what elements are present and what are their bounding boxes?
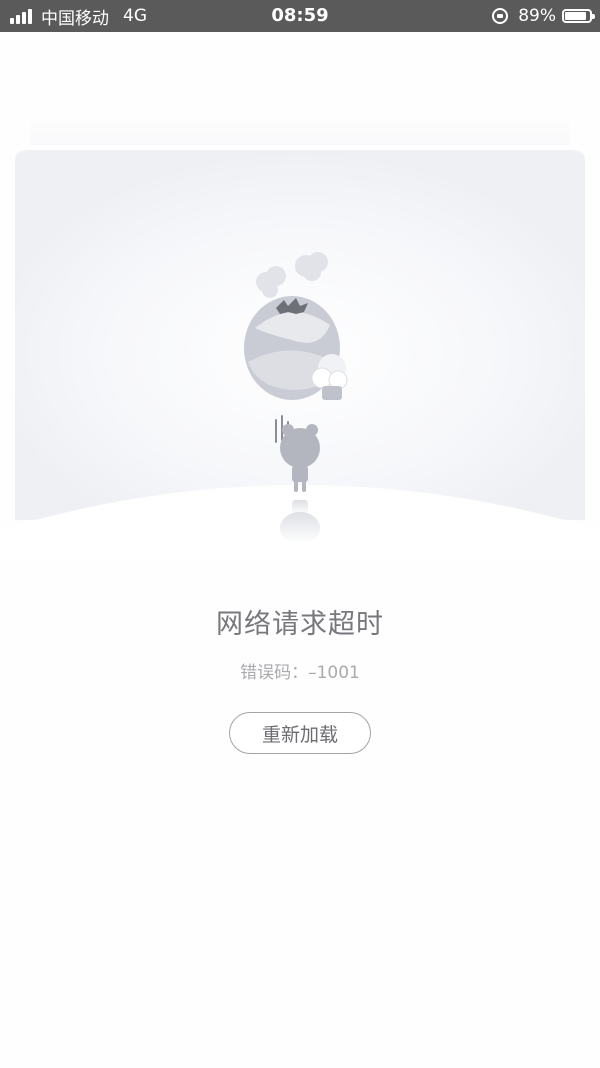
battery-level-fill — [565, 12, 586, 20]
network-type: 4G — [123, 6, 147, 26]
status-bar: 中国移动 4G 08:59 89% — [0, 0, 600, 32]
error-code: 错误码：–1001 — [240, 663, 360, 683]
rotation-lock-icon — [492, 8, 509, 24]
app-screen: 中国移动 4G 08:59 89% 网络请求超时 错误码：–1001 重新加载 — [0, 0, 600, 1068]
carrier-name: 中国移动 — [41, 8, 109, 29]
reload-button[interactable]: 重新加载 — [229, 712, 371, 754]
status-bar-left: 中国移动 4G — [10, 0, 147, 32]
error-title: 网络请求超时 — [216, 609, 384, 640]
battery-percent: 89% — [518, 6, 556, 26]
broken-balloon-illustration — [0, 115, 600, 560]
signal-bars-icon — [10, 8, 34, 24]
status-bar-right: 89% — [492, 0, 595, 32]
battery-icon — [562, 9, 595, 23]
